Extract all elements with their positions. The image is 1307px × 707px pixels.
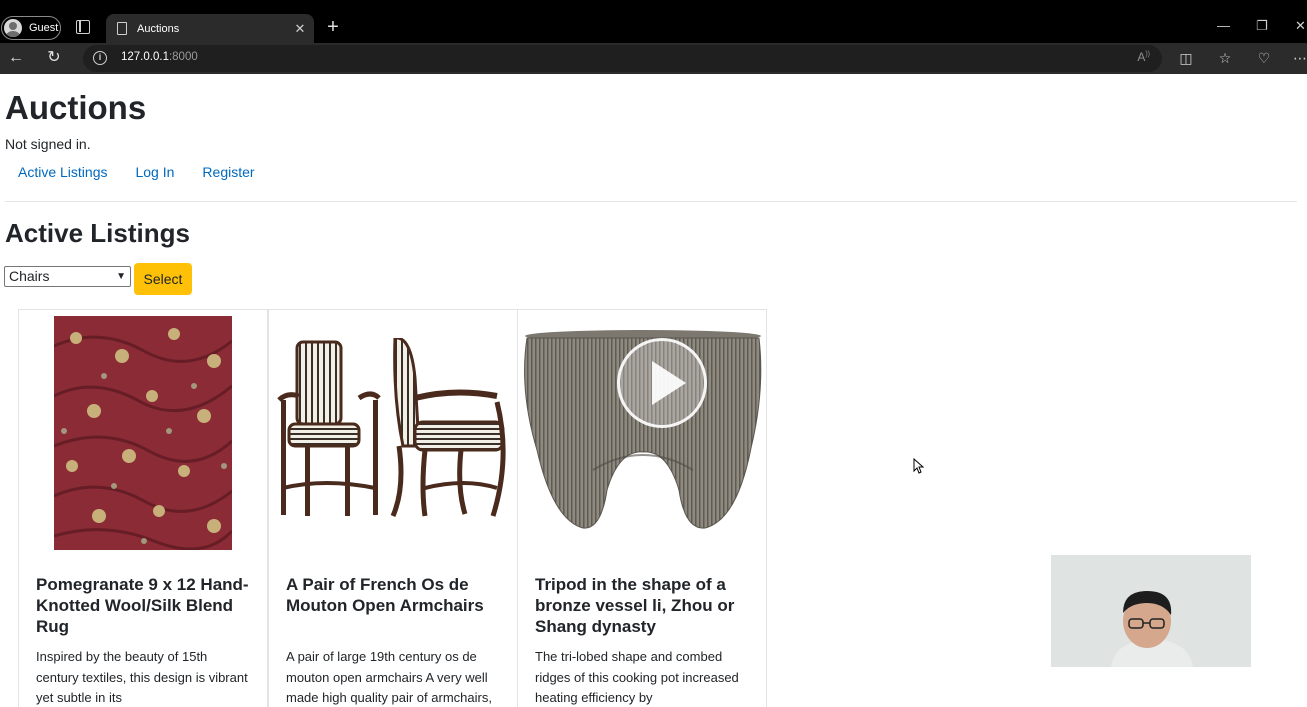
url-text: 127.0.0.1:8000 — [121, 51, 198, 63]
page-icon — [117, 22, 127, 35]
listings-grid: Pomegranate 9 x 12 Hand-Knotted Wool/Sil… — [18, 309, 767, 707]
refresh-icon[interactable]: ↻ — [44, 48, 64, 68]
restore-icon[interactable]: ❐ — [1256, 18, 1268, 34]
listing-card[interactable]: A Pair of French Os de Mouton Open Armch… — [268, 309, 518, 707]
armchairs-image — [277, 338, 506, 517]
chevron-down-icon: ▼ — [116, 271, 126, 282]
tab-close-icon[interactable]: ✕ — [291, 21, 309, 37]
listing-image[interactable] — [523, 330, 763, 542]
listing-card[interactable]: Pomegranate 9 x 12 Hand-Knotted Wool/Sil… — [18, 309, 268, 707]
url-host: 127.0.0.1 — [121, 51, 169, 63]
profile-avatar-icon — [4, 19, 22, 37]
url-port: :8000 — [168, 51, 198, 63]
listing-title[interactable]: Tripod in the shape of a bronze vessel l… — [535, 574, 755, 637]
select-button[interactable]: Select — [134, 263, 192, 295]
more-menu-icon[interactable]: ⋯ — [1290, 48, 1307, 68]
category-select[interactable]: Chairs ▼ — [4, 266, 131, 287]
favorites-icon[interactable]: ☆ — [1215, 48, 1235, 68]
listing-image[interactable] — [54, 316, 232, 550]
play-triangle — [652, 361, 686, 405]
listing-title[interactable]: A Pair of French Os de Mouton Open Armch… — [286, 574, 506, 616]
nav-active-listings[interactable]: Active Listings — [18, 164, 107, 180]
listing-card[interactable]: Tripod in the shape of a bronze vessel l… — [517, 309, 767, 707]
site-title: Auctions — [5, 89, 147, 126]
profile-label: Guest — [29, 22, 59, 34]
signin-status: Not signed in. — [5, 136, 91, 152]
close-window-icon[interactable]: ✕ — [1295, 18, 1306, 34]
browser-essentials-icon[interactable]: ♡ — [1254, 48, 1274, 68]
back-icon[interactable]: ← — [6, 48, 26, 68]
browser-tab[interactable]: Auctions ✕ — [106, 14, 314, 43]
webcam-overlay — [1051, 555, 1251, 667]
main-nav: Active Listings Log In Register — [18, 164, 283, 180]
profile-button[interactable]: Guest — [1, 16, 61, 40]
browser-toolbar: ← ↻ i 127.0.0.1:8000 A)) ◫ ☆ ♡ ⋯ — [0, 43, 1307, 74]
section-title: Active Listings — [5, 218, 190, 248]
listing-description: A pair of large 19th century os de mouto… — [286, 649, 492, 705]
listing-title[interactable]: Pomegranate 9 x 12 Hand-Knotted Wool/Sil… — [36, 574, 256, 637]
play-icon[interactable] — [617, 338, 707, 428]
site-info-icon[interactable]: i — [93, 51, 107, 65]
rug-image — [54, 316, 232, 550]
minimize-icon[interactable]: — — [1217, 18, 1230, 33]
new-tab-button[interactable]: + — [324, 17, 342, 37]
listing-description: The tri-lobed shape and combed ridges of… — [535, 649, 739, 705]
listing-description: Inspired by the beauty of 15th century t… — [36, 649, 248, 705]
browser-tab-strip: Guest Auctions ✕ + — ❐ ✕ — [0, 0, 1307, 43]
address-bar[interactable]: i 127.0.0.1:8000 A)) — [83, 45, 1162, 72]
category-selected-value: Chairs — [9, 268, 50, 284]
listing-image[interactable] — [275, 338, 513, 524]
split-screen-icon[interactable]: ◫ — [1176, 48, 1196, 68]
presenter-video — [1051, 555, 1251, 667]
tab-title: Auctions — [137, 22, 180, 35]
mouse-cursor-icon — [913, 457, 925, 479]
read-aloud-icon[interactable]: A)) — [1137, 50, 1150, 64]
nav-log-in[interactable]: Log In — [135, 164, 174, 180]
header-divider — [5, 201, 1297, 202]
tab-actions-icon[interactable] — [76, 20, 90, 34]
nav-register[interactable]: Register — [202, 164, 254, 180]
